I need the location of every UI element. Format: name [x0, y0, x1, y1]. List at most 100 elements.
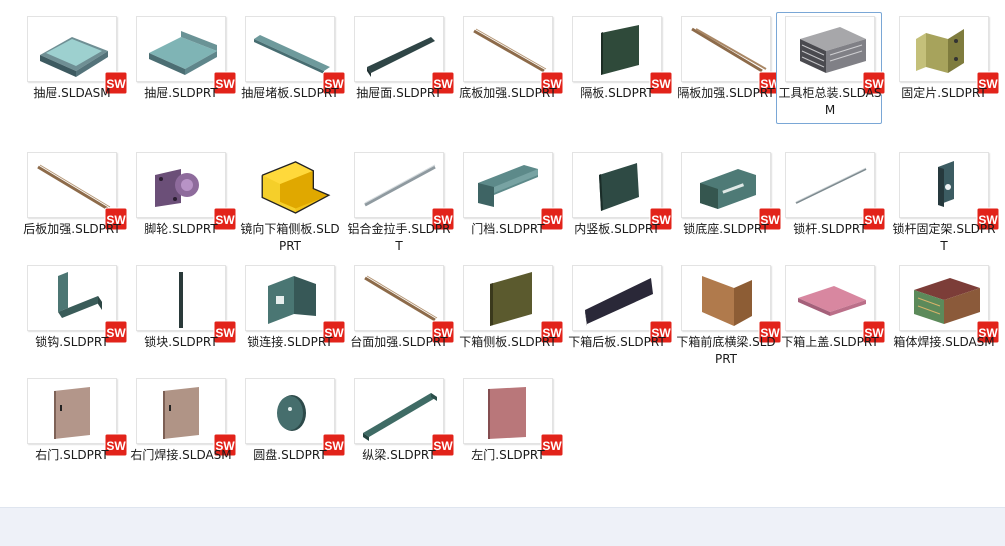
file-name-label: 镜向下箱侧板.SLDPRT [240, 222, 340, 253]
file-item[interactable]: SW 下箱后板.SLDPRT [563, 261, 673, 373]
file-thumbnail: SW [136, 16, 237, 95]
file-item[interactable]: SW 纵梁.SLDPRT [345, 374, 455, 486]
file-item[interactable]: SW 抽屉堵板.SLDPRT [236, 12, 346, 124]
file-thumbnail: SW [463, 378, 564, 457]
file-name-label: 门档.SLDPRT [471, 222, 545, 236]
file-name-label: 锁钩.SLDPRT [35, 335, 109, 349]
file-name-label: 锁块.SLDPRT [144, 335, 218, 349]
file-name-label: 锁连接.SLDPRT [247, 335, 333, 349]
file-thumbnail: SW [463, 265, 564, 344]
file-item[interactable]: SW 隔板.SLDPRT [563, 12, 673, 124]
file-name-label: 右门.SLDPRT [35, 448, 109, 462]
file-thumbnail: SW [785, 152, 886, 231]
file-thumbnail: SW [354, 378, 455, 457]
file-thumbnail: SW [354, 152, 455, 231]
file-thumbnail: SW [27, 378, 128, 457]
file-item[interactable]: SW 右门.SLDPRT [18, 374, 128, 486]
file-item[interactable]: SW 下箱侧板.SLDPRT [454, 261, 564, 373]
file-name-label: 抽屉.SLDASM [33, 86, 111, 100]
file-name-label: 抽屉面.SLDPRT [356, 86, 442, 100]
file-item[interactable]: SW 内竖板.SLDPRT [563, 148, 673, 260]
file-thumbnail: SW [785, 16, 886, 95]
file-name-label: 下箱后板.SLDPRT [568, 335, 666, 349]
file-item[interactable]: SW 锁钩.SLDPRT [18, 261, 128, 373]
file-name-label: 左门.SLDPRT [471, 448, 545, 462]
file-thumbnail: SW [245, 265, 346, 344]
file-thumbnail: SW [572, 152, 673, 231]
file-item[interactable]: SW 锁杆.SLDPRT [776, 148, 886, 260]
file-item[interactable]: SW 圆盘.SLDPRT [236, 374, 346, 486]
file-thumbnail: SW [899, 265, 1000, 344]
file-thumbnail: SW [354, 265, 455, 344]
file-name-label: 锁杆固定架.SLDPRT [892, 222, 996, 253]
file-item[interactable]: SW 右门焊接.SLDASM [127, 374, 237, 486]
file-thumbnail: SW [681, 16, 782, 95]
file-item[interactable]: SW 锁连接.SLDPRT [236, 261, 346, 373]
file-thumbnail: SW [27, 152, 128, 231]
file-item[interactable]: SW 左门.SLDPRT [454, 374, 564, 486]
file-thumbnail: SW [681, 152, 782, 231]
file-name-label: 下箱前底横梁.SLDPRT [676, 335, 776, 366]
file-thumbnail: SW [785, 265, 886, 344]
file-item[interactable]: SW 隔板加强.SLDPRT [672, 12, 782, 124]
file-name-label: 抽屉.SLDPRT [144, 86, 218, 100]
file-name-label: 隔板加强.SLDPRT [677, 86, 775, 100]
file-item[interactable]: SW 工具柜总装.SLDASM [776, 12, 886, 124]
file-thumbnail: SW [681, 265, 782, 344]
file-row: SW 右门.SLDPRT SW 右门焊接.SLDASM SW 圆盘.SLDPRT SW 纵梁.… [12, 374, 1002, 486]
file-name-label: 后板加强.SLDPRT [23, 222, 121, 236]
file-thumbnail: SW [463, 16, 564, 95]
file-thumbnail: SW [572, 265, 673, 344]
file-list-pane[interactable]: SW 抽屉.SLDASM SW 抽屉.SLDPRT SW 抽屉堵板.SLDPRT SW 抽屉面… [0, 0, 1005, 507]
file-name-label: 内竖板.SLDPRT [574, 222, 660, 236]
file-item[interactable]: SW 下箱前底横梁.SLDPRT [672, 261, 782, 373]
file-name-label: 圆盘.SLDPRT [253, 448, 327, 462]
file-thumbnail: SW [136, 265, 237, 344]
file-thumbnail: SW [354, 16, 455, 95]
file-item[interactable]: SW 脚轮.SLDPRT [127, 148, 237, 260]
file-thumbnail [240, 145, 340, 221]
file-name-label: 隔板.SLDPRT [580, 86, 654, 100]
file-thumbnail: SW [27, 265, 128, 344]
file-thumbnail: SW [136, 152, 237, 231]
file-item[interactable]: SW 台面加强.SLDPRT [345, 261, 455, 373]
file-item[interactable]: SW 锁块.SLDPRT [127, 261, 237, 373]
file-item[interactable]: SW 抽屉.SLDPRT [127, 12, 237, 124]
file-name-label: 脚轮.SLDPRT [144, 222, 218, 236]
file-thumbnail: SW [136, 378, 237, 457]
file-row: SW 锁钩.SLDPRT SW 锁块.SLDPRT SW 锁连接.SLDPRT SW 台面加强… [12, 261, 1002, 373]
file-item[interactable]: SW 铝合金拉手.SLDPRT [345, 148, 455, 260]
file-thumbnail: SW [899, 16, 1000, 95]
file-row: SW 后板加强.SLDPRT SW 脚轮.SLDPRT 镜向下箱侧板.SLDPRT SW 铝… [12, 148, 1002, 260]
file-row: SW 抽屉.SLDASM SW 抽屉.SLDPRT SW 抽屉堵板.SLDPRT SW 抽屉面… [12, 12, 1002, 124]
file-thumbnail: SW [245, 16, 346, 95]
file-name-label: 铝合金拉手.SLDPRT [347, 222, 451, 253]
file-name-label: 工具柜总装.SLDASM [778, 86, 882, 117]
file-name-label: 锁杆.SLDPRT [793, 222, 867, 236]
file-name-label: 底板加强.SLDPRT [459, 86, 557, 100]
file-thumbnail: SW [245, 378, 346, 457]
file-item[interactable]: SW 下箱上盖.SLDPRT [776, 261, 886, 373]
file-item[interactable]: SW 抽屉.SLDASM [18, 12, 128, 124]
file-thumbnail: SW [27, 16, 128, 95]
file-name-label: 固定片.SLDPRT [901, 86, 987, 100]
file-item[interactable]: SW 门档.SLDPRT [454, 148, 564, 260]
file-thumbnail: SW [572, 16, 673, 95]
file-item[interactable]: SW 箱体焊接.SLDASM [890, 261, 1000, 373]
file-item[interactable]: 镜向下箱侧板.SLDPRT [236, 148, 342, 260]
status-bar [0, 507, 1005, 546]
file-name-label: 纵梁.SLDPRT [362, 448, 436, 462]
mirror-side-plate-icon [261, 161, 331, 214]
file-item[interactable]: SW 锁杆固定架.SLDPRT [890, 148, 1000, 260]
file-name-label: 下箱上盖.SLDPRT [781, 335, 879, 349]
file-item[interactable]: SW 固定片.SLDPRT [890, 12, 1000, 124]
file-name-label: 下箱侧板.SLDPRT [459, 335, 557, 349]
file-item[interactable]: SW 抽屉面.SLDPRT [345, 12, 455, 124]
file-item[interactable]: SW 底板加强.SLDPRT [454, 12, 564, 124]
file-name-label: 台面加强.SLDPRT [350, 335, 448, 349]
file-thumbnail: SW [463, 152, 564, 231]
file-item[interactable]: SW 后板加强.SLDPRT [18, 148, 128, 260]
file-item[interactable]: SW 锁底座.SLDPRT [672, 148, 782, 260]
file-name-label: 抽屉堵板.SLDPRT [241, 86, 339, 100]
file-thumbnail: SW [899, 152, 1000, 231]
